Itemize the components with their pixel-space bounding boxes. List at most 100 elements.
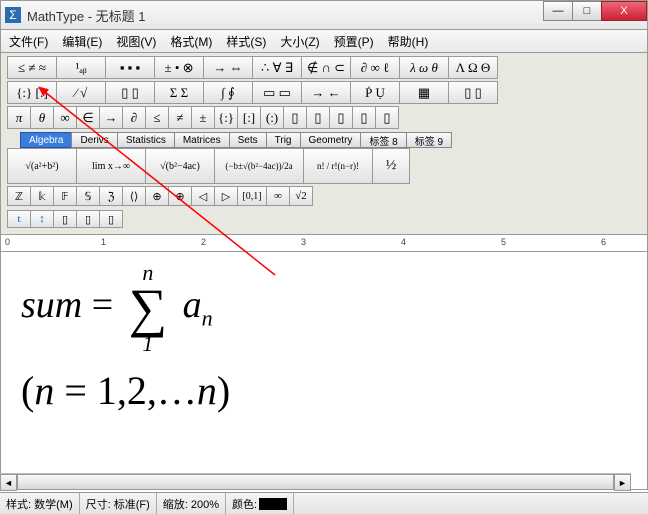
horizontal-scrollbar[interactable]: ◄ ► — [0, 473, 631, 490]
minimize-button[interactable]: — — [543, 1, 573, 21]
sym-neq[interactable]: ≠ — [168, 106, 192, 129]
palette-logic[interactable]: ∴ ∀ ∃ — [252, 56, 302, 79]
palette-misc[interactable]: ∂ ∞ ℓ — [350, 56, 400, 79]
status-zoom[interactable]: 缩放: 200% — [157, 493, 226, 514]
menu-view[interactable]: 视图(V) — [112, 31, 160, 52]
symbol-small-row: ℤ 𝕜 𝔽 𝕊 ℨ ⟨⟩ ⊕ ⊕ ◁ ▷ [0,1] ∞ √2 — [7, 186, 641, 206]
palette-greek-upper[interactable]: Λ Ω Θ — [448, 56, 498, 79]
status-style[interactable]: 样式: 数学(M) — [0, 493, 80, 514]
sym-theta[interactable]: θ — [30, 106, 54, 129]
eq-lhs: sum — [21, 284, 82, 326]
palette-frac-root[interactable]: ⁄ √ — [56, 81, 106, 104]
menu-style[interactable]: 样式(S) — [222, 31, 270, 52]
palette-operators[interactable]: ± • ⊗ — [154, 56, 204, 79]
mini-btn-5[interactable]: ▯ — [99, 210, 123, 228]
menu-file[interactable]: 文件(F) — [5, 31, 52, 52]
palette-spaces[interactable]: ▪ ▪ ▪ — [105, 56, 155, 79]
palette-fences[interactable]: {:} [:] — [7, 81, 57, 104]
equation-editor[interactable]: sum = n ∑ 1 an (n = 1,2,…n) — [0, 252, 648, 490]
sym-element[interactable]: ∈ — [76, 106, 100, 129]
sym-pi[interactable]: π — [7, 106, 31, 129]
palette-relations[interactable]: ≤ ≠ ≈ — [7, 56, 57, 79]
tab-algebra[interactable]: Algebra — [20, 132, 72, 148]
sym-interval[interactable]: [0,1] — [237, 186, 267, 206]
sym-frakZ[interactable]: ℨ — [99, 186, 123, 206]
sym-S[interactable]: 𝕊 — [76, 186, 100, 206]
tmpl-pythag[interactable]: √(a²+b²) — [7, 148, 77, 184]
menu-format[interactable]: 格式(M) — [166, 31, 216, 52]
hscroll-thumb[interactable] — [17, 474, 614, 490]
scroll-right-icon[interactable]: ► — [614, 474, 631, 491]
sym-tri-r[interactable]: ▷ — [214, 186, 238, 206]
palette-row-3: π θ ∞ ∈ → ∂ ≤ ≠ ± {:} [:] (:) ▯ ▯ ▯ ▯ ▯ — [7, 106, 641, 129]
sym-tri-l[interactable]: ◁ — [191, 186, 215, 206]
sym-arrow[interactable]: → — [99, 106, 123, 129]
palette-row-2: {:} [:] ⁄ √ ▯ ▯ Σ Σ ∫ ∮ ▭ ▭ → ← Ṗ Ụ ▦ ▯ … — [7, 81, 641, 104]
sym-Z[interactable]: ℤ — [7, 186, 31, 206]
close-button[interactable]: X — [601, 1, 647, 21]
palette-set[interactable]: ∉ ∩ ⊂ — [301, 56, 351, 79]
tmpl-limit[interactable]: lim x→∞ — [76, 148, 146, 184]
sym-partial[interactable]: ∂ — [122, 106, 146, 129]
sym-sqrt2[interactable]: √2 — [289, 186, 313, 206]
palette-integral[interactable]: ∫ ∮ — [203, 81, 253, 104]
mini-btn-3[interactable]: ▯ — [53, 210, 77, 228]
tmpl-paren[interactable]: (:) — [260, 106, 284, 129]
tmpl-box5[interactable]: ▯ — [375, 106, 399, 129]
tab-geometry[interactable]: Geometry — [300, 132, 362, 148]
sym-angle[interactable]: ⟨⟩ — [122, 186, 146, 206]
palette-sum[interactable]: Σ Σ — [154, 81, 204, 104]
sym-oplus1[interactable]: ⊕ — [145, 186, 169, 206]
tmpl-box1[interactable]: ▯ — [283, 106, 307, 129]
tmpl-box2[interactable]: ▯ — [306, 106, 330, 129]
status-size[interactable]: 尺寸: 标准(F) — [80, 493, 157, 514]
title-bar: Σ MathType - 无标题 1 — □ X — [0, 0, 648, 30]
sym-pm[interactable]: ± — [191, 106, 215, 129]
palette-bars[interactable]: ▭ ▭ — [252, 81, 302, 104]
sym-F[interactable]: 𝔽 — [53, 186, 77, 206]
menu-edit[interactable]: 编辑(E) — [58, 31, 106, 52]
palette-arrows[interactable]: → ⇔ — [203, 56, 253, 79]
tmpl-bracket[interactable]: [:] — [237, 106, 261, 129]
palette-scripts[interactable]: ▯ ▯ — [105, 81, 155, 104]
status-color[interactable]: 颜色: — [226, 493, 294, 514]
scroll-left-icon[interactable]: ◄ — [0, 474, 17, 491]
tmpl-discriminant[interactable]: √(b²−4ac) — [145, 148, 215, 184]
tmpl-box3[interactable]: ▯ — [329, 106, 353, 129]
tmpl-half[interactable]: ½ — [372, 148, 410, 184]
palette-accents[interactable]: Ṗ Ụ — [350, 81, 400, 104]
tab-9[interactable]: 标签 9 — [406, 132, 452, 148]
sym-k[interactable]: 𝕜 — [30, 186, 54, 206]
tmpl-quadratic[interactable]: (−b±√(b²−4ac))/2a — [214, 148, 304, 184]
tab-matrices[interactable]: Matrices — [174, 132, 230, 148]
palette-matrix[interactable]: ▦ — [399, 81, 449, 104]
color-swatch — [259, 498, 287, 510]
sym-inf2[interactable]: ∞ — [266, 186, 290, 206]
mini-btn-2[interactable]: ↕ — [30, 210, 54, 228]
window-title: MathType - 无标题 1 — [27, 6, 145, 25]
menu-help[interactable]: 帮助(H) — [384, 31, 433, 52]
tab-derivs[interactable]: Derivs — [71, 132, 117, 148]
sigma-symbol: ∑ — [129, 284, 168, 333]
tmpl-brace[interactable]: {:} — [214, 106, 238, 129]
palette-greek-lower[interactable]: λ ω θ — [399, 56, 449, 79]
tab-trig[interactable]: Trig — [266, 132, 301, 148]
tmpl-box4[interactable]: ▯ — [352, 106, 376, 129]
tab-8[interactable]: 标签 8 — [360, 132, 406, 148]
sym-leq[interactable]: ≤ — [145, 106, 169, 129]
mini-btn-4[interactable]: ▯ — [76, 210, 100, 228]
menu-size[interactable]: 大小(Z) — [276, 31, 323, 52]
palette-boxes[interactable]: ▯ ▯ — [448, 81, 498, 104]
palette-sup-sub[interactable]: ¹ₐᵦ — [56, 56, 106, 79]
tab-sets[interactable]: Sets — [229, 132, 267, 148]
palette-labeled-arrows[interactable]: → ← — [301, 81, 351, 104]
sym-infinity[interactable]: ∞ — [53, 106, 77, 129]
mini-btn-1[interactable]: t — [7, 210, 31, 228]
eq-term-base: a — [183, 284, 202, 326]
maximize-button[interactable]: □ — [572, 1, 602, 21]
tab-statistics[interactable]: Statistics — [117, 132, 175, 148]
ruler-mark: 6 — [601, 237, 606, 247]
menu-preset[interactable]: 预置(P) — [330, 31, 378, 52]
sym-oplus2[interactable]: ⊕ — [168, 186, 192, 206]
tmpl-combination[interactable]: n! / r!(n−r)! — [303, 148, 373, 184]
